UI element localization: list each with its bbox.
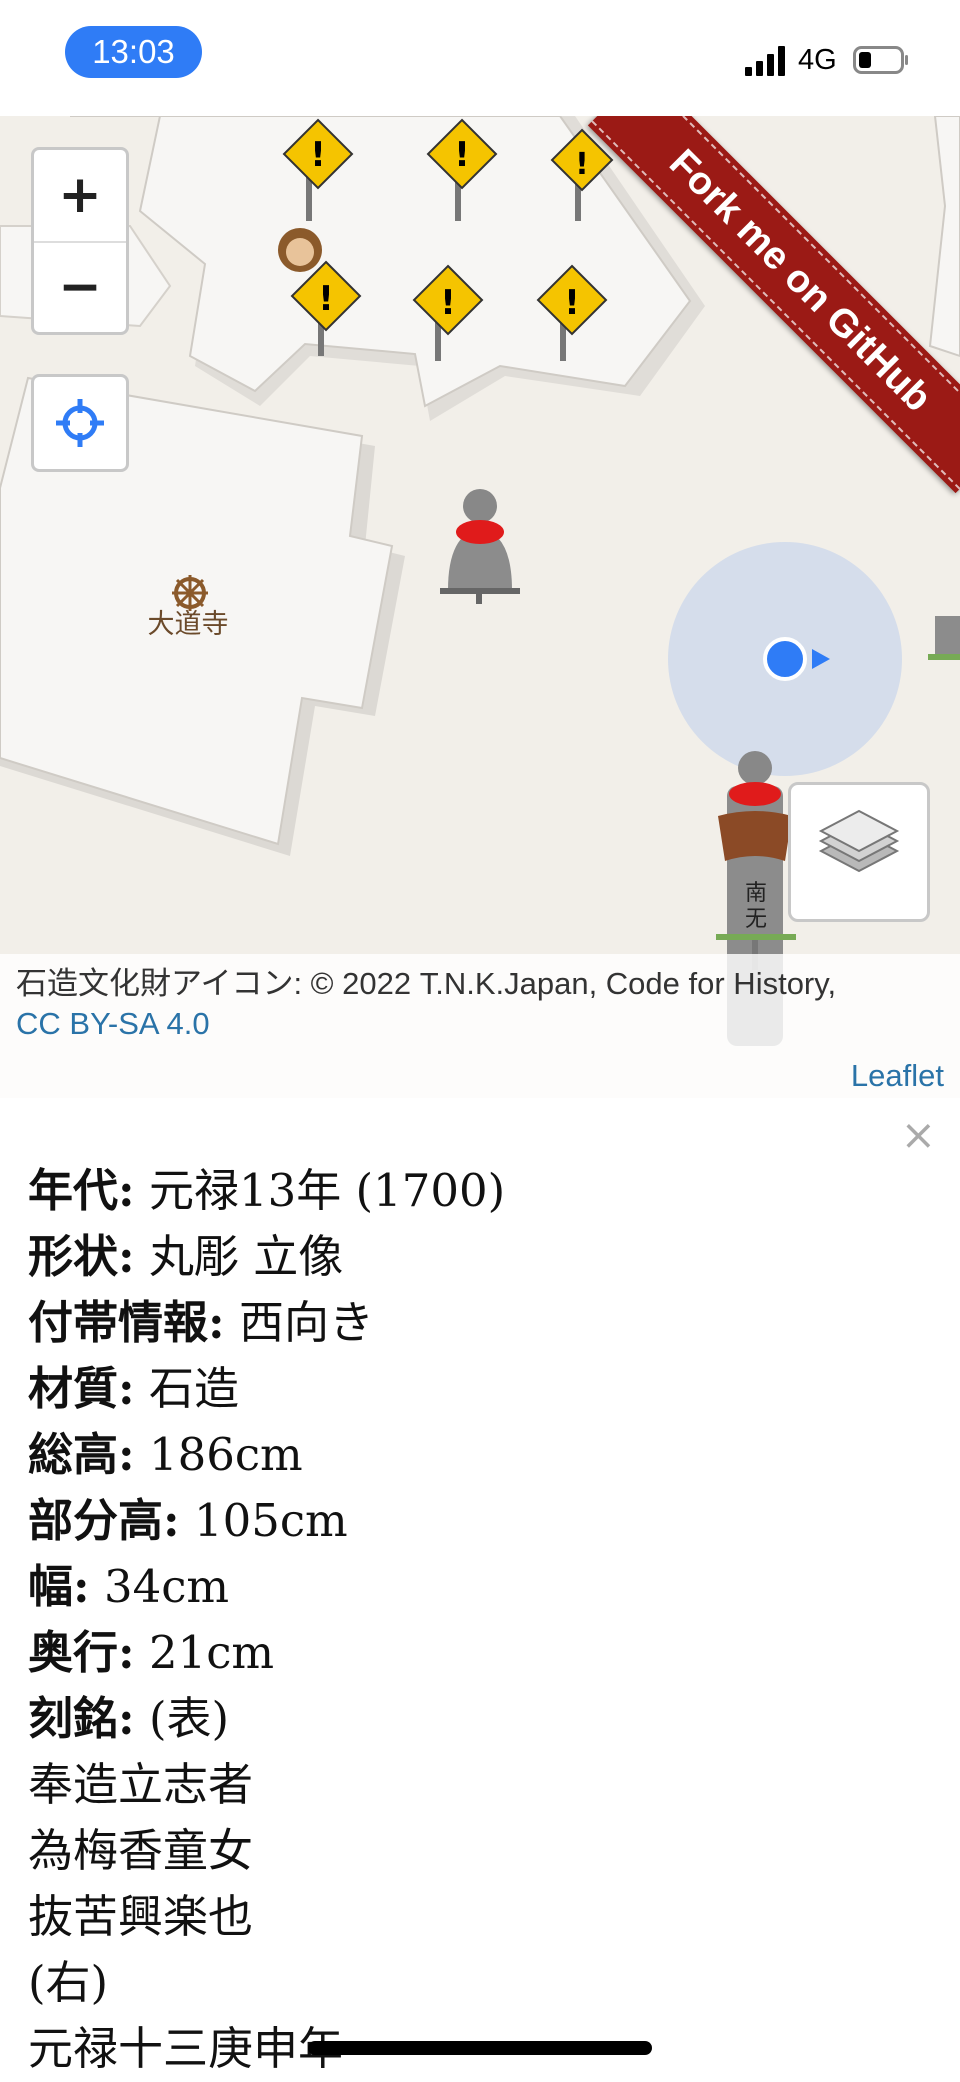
info-value: 186cm bbox=[148, 1428, 303, 1481]
inscription-line: (右) bbox=[28, 1956, 109, 2009]
zoom-out-button[interactable]: − bbox=[34, 242, 126, 333]
dharma-wheel-icon bbox=[172, 575, 208, 611]
info-panel: × 年代: 元禄13年 (1700) 形状: 丸彫 立像 付帯情報: 西向き 材… bbox=[0, 1098, 960, 2079]
info-value: 元禄13年 (1700) bbox=[148, 1164, 506, 1217]
info-value: (表) bbox=[148, 1692, 230, 1745]
svg-text:!: ! bbox=[454, 135, 470, 175]
map-attribution: 石造文化財アイコン: © 2022 T.N.K.Japan, Code for … bbox=[0, 954, 960, 1098]
layers-button[interactable] bbox=[788, 782, 930, 922]
svg-text:!: ! bbox=[310, 135, 326, 175]
locate-button[interactable] bbox=[31, 374, 129, 472]
info-label: 形状: bbox=[28, 1230, 135, 1283]
clock: 13:03 bbox=[65, 26, 202, 78]
status-bar: 13:03 4G bbox=[0, 0, 960, 116]
info-row-material: 材質: 石造 bbox=[28, 1356, 928, 1422]
info-row-era: 年代: 元禄13年 (1700) bbox=[28, 1158, 928, 1224]
svg-text:无: 无 bbox=[745, 907, 767, 932]
info-row-depth: 奥行: 21cm bbox=[28, 1620, 928, 1686]
info-label: 奥行: bbox=[28, 1626, 135, 1679]
locate-crosshair-icon bbox=[56, 399, 104, 447]
home-indicator[interactable] bbox=[308, 2041, 652, 2055]
info-row-shape: 形状: 丸彫 立像 bbox=[28, 1224, 928, 1290]
cellular-signal-icon bbox=[745, 46, 787, 76]
info-value: 丸彫 立像 bbox=[148, 1230, 344, 1283]
inscription-line: 抜苦興楽也 bbox=[28, 1890, 254, 1943]
leaflet-link[interactable]: Leaflet bbox=[851, 1058, 944, 1094]
svg-text:南: 南 bbox=[745, 881, 767, 906]
inscription-line: 奉造立志者 bbox=[28, 1758, 254, 1811]
layers-icon bbox=[818, 809, 900, 873]
license-link[interactable]: CC BY-SA 4.0 bbox=[16, 1006, 210, 1042]
inscription-line: 為梅香童女 bbox=[28, 1824, 254, 1877]
network-type: 4G bbox=[798, 44, 837, 76]
close-button[interactable]: × bbox=[901, 1110, 936, 1159]
info-row-extra: 付帯情報: 西向き bbox=[28, 1290, 928, 1356]
info-value: 21cm bbox=[148, 1626, 275, 1679]
info-row-inscription: 刻銘: (表) bbox=[28, 1686, 928, 1752]
map-view[interactable]: ! ! ! ! ! ! 南 无 大道寺 + − Fork me on GitHu… bbox=[0, 116, 960, 1098]
info-label: 刻銘: bbox=[28, 1692, 135, 1745]
svg-text:!: ! bbox=[575, 147, 589, 182]
info-value: 西向き bbox=[238, 1296, 374, 1349]
zoom-in-button[interactable]: + bbox=[34, 150, 126, 243]
info-row-width: 幅: 34cm bbox=[28, 1554, 928, 1620]
temple-label: 大道寺 bbox=[148, 609, 229, 640]
attribution-text: 石造文化財アイコン: © 2022 T.N.K.Japan, Code for … bbox=[16, 966, 837, 1001]
info-value: 34cm bbox=[103, 1560, 230, 1613]
info-value: 石造 bbox=[148, 1362, 239, 1415]
info-value: 105cm bbox=[193, 1494, 348, 1547]
info-label: 総高: bbox=[28, 1428, 135, 1481]
info-label: 付帯情報: bbox=[28, 1296, 225, 1349]
info-label: 幅: bbox=[28, 1560, 90, 1613]
info-label: 部分高: bbox=[28, 1494, 180, 1547]
info-list: 年代: 元禄13年 (1700) 形状: 丸彫 立像 付帯情報: 西向き 材質:… bbox=[28, 1158, 928, 2082]
zoom-control: + − bbox=[31, 147, 129, 335]
svg-text:!: ! bbox=[318, 279, 334, 319]
info-row-total-height: 総高: 186cm bbox=[28, 1422, 928, 1488]
info-label: 材質: bbox=[28, 1362, 135, 1415]
info-label: 年代: bbox=[28, 1164, 135, 1217]
svg-text:!: ! bbox=[564, 283, 580, 323]
svg-text:!: ! bbox=[440, 283, 456, 323]
info-row-part-height: 部分高: 105cm bbox=[28, 1488, 928, 1554]
battery-icon bbox=[853, 46, 908, 74]
